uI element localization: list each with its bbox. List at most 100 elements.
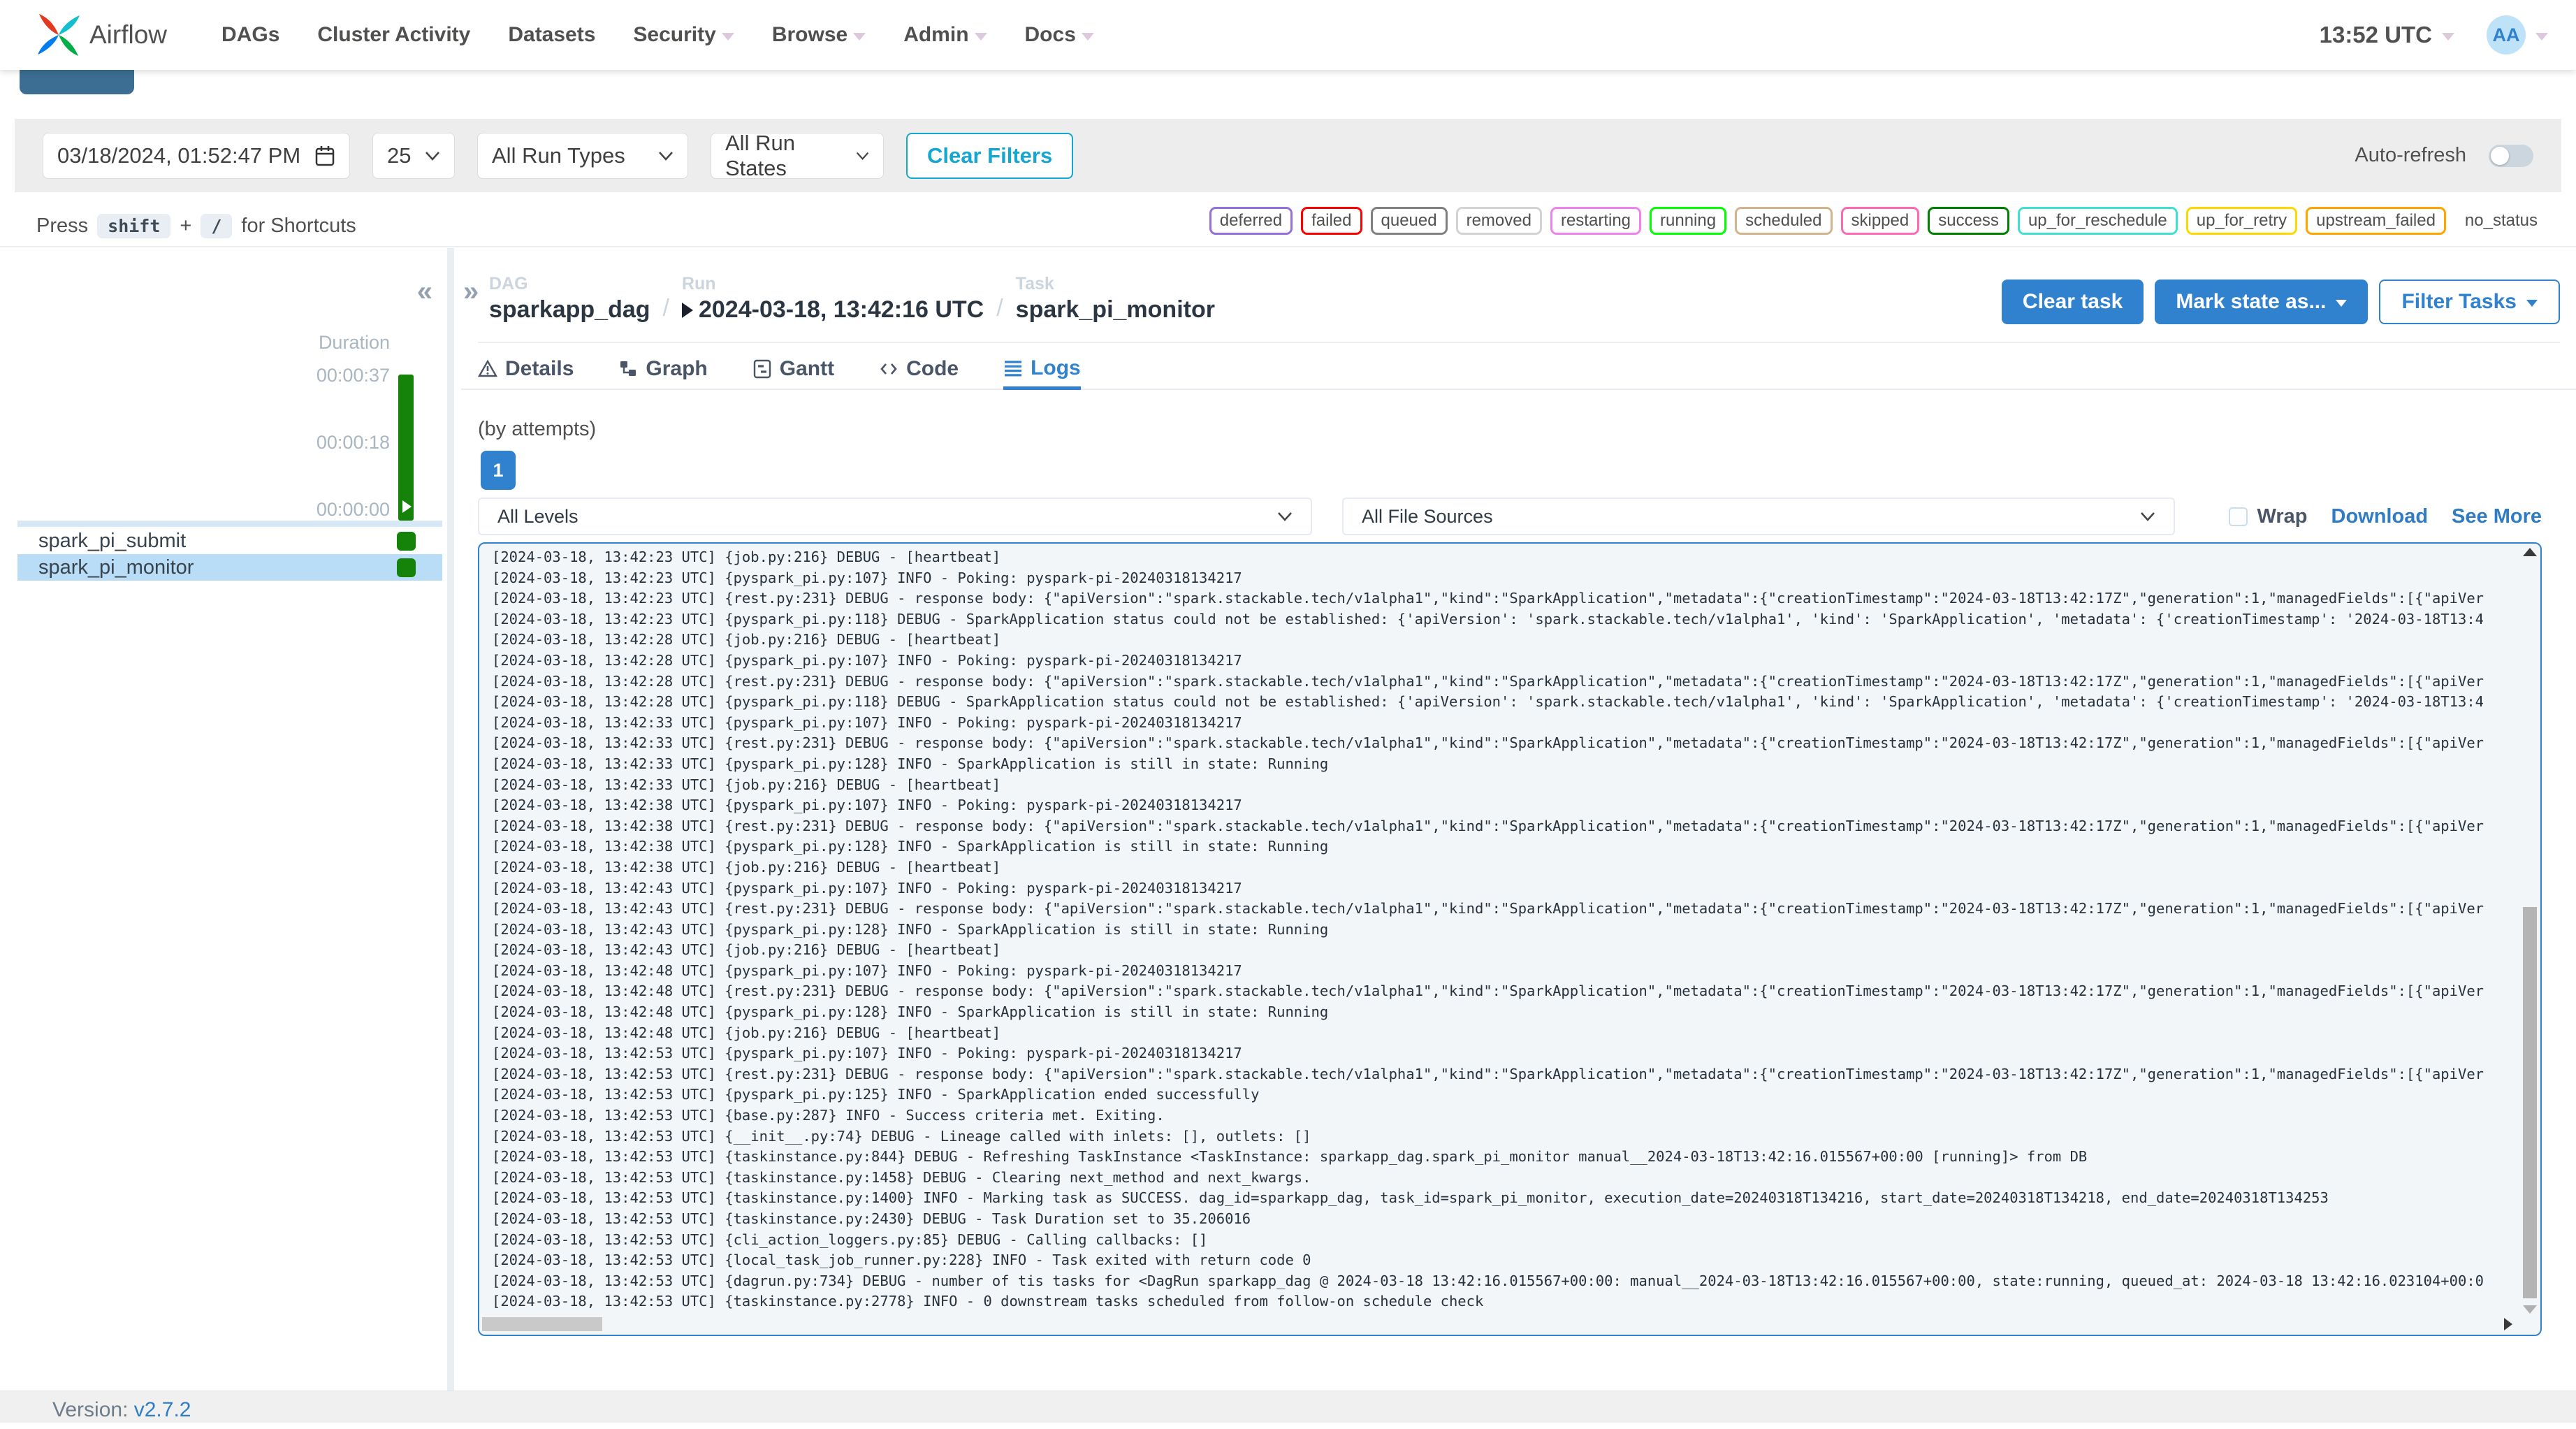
breadcrumb-separator: / [996,295,1003,321]
download-link[interactable]: Download [2331,505,2429,528]
vertical-scrollbar[interactable] [2522,546,2538,1314]
scroll-right-arrow-icon[interactable] [2504,1318,2512,1330]
scroll-up-arrow-icon[interactable] [2523,548,2537,556]
datetime-filter-input[interactable]: 03/18/2024, 01:52:47 PM [43,132,350,179]
state-badge: skipped [1840,207,1920,235]
run-type-manual-icon [681,302,693,318]
shortcut-suffix: for Shortcuts [241,214,356,237]
log-controls-tail: Wrap Download See More [2228,505,2542,528]
nav-item-label: Cluster Activity [317,23,471,46]
chevron-down-icon [425,151,439,161]
horizontal-scrollbar[interactable] [482,1317,2515,1331]
see-more-link[interactable]: See More [2452,505,2542,528]
nav-item[interactable]: Security [633,23,734,47]
log-controls: All Levels All File Sources Wrap Downloa… [478,498,2542,535]
user-menu[interactable]: AA [2487,15,2548,55]
by-attempts-label: (by attempts) [478,418,597,440]
divider [0,246,2576,247]
tab-graph[interactable]: Graph [618,349,708,389]
wrap-label: Wrap [2257,505,2308,528]
log-level-value: All Levels [497,505,578,527]
task-link[interactable]: spark_pi_monitor [1016,296,1215,324]
state-legend: deferred failed queued removed restartin… [1209,207,2548,235]
clear-task-button[interactable]: Clear task [2001,280,2144,324]
state-badge: running [1650,207,1727,235]
state-badge: deferred [1209,207,1293,235]
nav-item[interactable]: Browse [772,23,866,47]
horizontal-scrollbar-thumb[interactable] [482,1317,602,1331]
tab-gantt[interactable]: Gantt [752,349,834,389]
task-row-spark-pi-monitor[interactable]: spark_pi_monitor [17,554,442,581]
log-level-select[interactable]: All Levels [478,498,1312,535]
page-size-select[interactable]: 25 [372,132,455,179]
clock-label: 13:52 UTC [2319,22,2432,48]
chevron-down-icon [2336,300,2348,307]
mark-state-as-button[interactable]: Mark state as... [2155,280,2368,324]
chevron-down-icon [2526,300,2538,307]
attempt-1-button[interactable]: 1 [481,451,516,490]
task-label: Task [1015,274,1054,293]
chevron-down-icon [2442,32,2454,41]
run-states-select[interactable]: All Run States [711,132,884,179]
nav-item[interactable]: Datasets [508,23,595,47]
avatar: AA [2487,15,2526,55]
tab-logs[interactable]: Logs [1003,349,1081,390]
clipped-return-button[interactable] [20,70,134,94]
duration-tick: 00:00:18 [316,432,390,453]
state-badge: removed [1455,207,1542,235]
clear-filters-button[interactable]: Clear Filters [906,132,1074,179]
nav-item-label: DAGs [221,23,280,46]
log-text[interactable]: [2024-03-18, 13:42:23 UTC] {job.py:216} … [492,547,2518,1315]
breadcrumb-run: Run 2024-03-18, 13:42:16 UTC [681,274,984,324]
run-timestamp: 2024-03-18, 13:42:16 UTC [698,296,984,323]
vertical-scrollbar-thumb[interactable] [2523,907,2537,1299]
airflow-logo-icon [38,14,80,56]
divider [478,342,2560,343]
wrap-checkbox[interactable] [2228,507,2248,526]
run-duration-bar[interactable] [398,375,414,521]
collapse-sidebar-icon[interactable]: « [417,277,432,305]
shortcut-hint: Press shift + / for Shortcuts [36,210,356,242]
nav-item-label: Datasets [508,23,596,46]
tab-code[interactable]: Code [879,349,959,389]
tab-details[interactable]: Details [478,349,574,389]
run-types-select[interactable]: All Run Types [477,132,688,179]
nav-item[interactable]: Admin [903,23,987,47]
version-label: Version: [52,1398,129,1421]
task-status-square[interactable] [397,558,416,577]
state-badge: failed [1301,207,1362,235]
state-badge: up_for_reschedule [2017,207,2178,235]
panel-resize-handle[interactable] [447,248,454,1391]
nav-item[interactable]: Docs [1025,23,1094,47]
play-icon [402,500,412,513]
filter-tasks-button[interactable]: Filter Tasks [2379,280,2560,324]
auto-refresh-label: Auto-refresh [2355,144,2466,166]
nav-item[interactable]: DAGs [221,23,279,47]
wrap-toggle[interactable]: Wrap [2228,505,2308,528]
run-label: Run [681,274,716,293]
filter-bar: 03/18/2024, 01:52:47 PM 25 All Run Types… [15,119,2561,192]
state-badge: success [1928,207,2009,235]
tab-label: Code [906,357,959,380]
brand-name: Airflow [89,20,168,49]
dag-link[interactable]: sparkapp_dag [489,296,650,324]
nav-item[interactable]: Cluster Activity [317,23,470,47]
run-link[interactable]: 2024-03-18, 13:42:16 UTC [681,296,984,324]
expand-panel-icon[interactable]: » [463,277,479,305]
auto-refresh-toggle[interactable] [2489,144,2533,167]
version-link[interactable]: v2.7.2 [134,1398,191,1421]
airflow-brand[interactable]: Airflow [36,13,167,57]
gantt-icon [753,359,771,379]
breadcrumb-task: Task spark_pi_monitor [1016,274,1215,324]
task-row-spark-pi-submit[interactable]: spark_pi_submit [17,529,442,553]
datetime-value: 03/18/2024, 01:52:47 PM [57,143,301,168]
duration-tick: 00:00:37 [316,365,390,386]
clock-dropdown[interactable]: 13:52 UTC [2320,22,2454,48]
scroll-down-arrow-icon[interactable] [2523,1305,2537,1314]
chevron-down-icon [856,152,869,160]
task-status-square[interactable] [397,531,416,551]
duration-tick: 00:00:00 [316,499,390,520]
toggle-knob [2491,146,2509,165]
file-source-select[interactable]: All File Sources [1342,498,2175,535]
task-name: spark_pi_submit [38,529,187,552]
